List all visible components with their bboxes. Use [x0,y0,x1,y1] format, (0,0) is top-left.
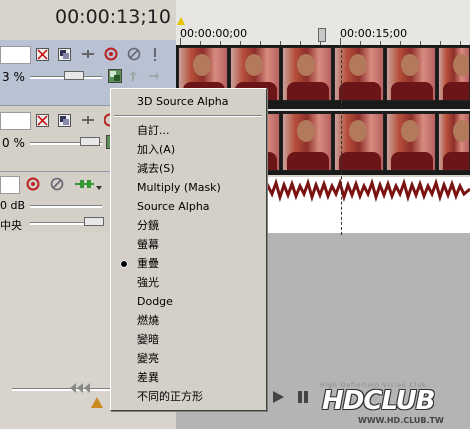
video-thumbnail [438,47,470,101]
video-thumbnail [282,47,332,101]
parent-up-icon[interactable] [128,70,138,82]
audio-solo-icon[interactable] [50,177,64,191]
audio-pan-slider-knob[interactable] [84,217,104,226]
track-1-level-percent: 3 % [2,70,25,84]
pause-button[interactable] [296,390,310,404]
menu-item-overlay[interactable]: 重疊 [111,254,266,273]
menu-item-burn[interactable]: 燃燒 [111,311,266,330]
menu-item-add[interactable]: 加入(A) [111,140,266,159]
lock-icon[interactable] [151,47,159,62]
menu-item-darken[interactable]: 變暗 [111,330,266,349]
track-motion-icon[interactable] [36,48,49,61]
hdclub-watermark: High Definition Vision Club HDCLUB WWW.H… [320,382,465,426]
timecode-display: 00:00:13;10 [55,6,171,28]
audio-pan-label: 中央 [0,219,22,232]
composite-child-icon[interactable] [80,114,96,127]
solo-icon[interactable] [127,47,141,61]
track-1-name-field[interactable] [0,46,31,64]
dropdown-arrow-icon[interactable] [96,181,102,190]
track-1-level-slider-knob[interactable] [64,71,84,80]
watermark-url: WWW.HD.CLUB.TW [358,416,444,425]
track-2-level-percent: 0 % [2,136,25,150]
compositing-mode-icon[interactable] [108,69,122,83]
zoom-arrows-icon[interactable] [68,382,98,394]
video-thumbnail [386,47,436,101]
audio-mute-icon[interactable] [26,177,40,191]
selected-radio-icon [120,260,128,268]
video-thumbnail [438,113,470,171]
menu-item-dodge[interactable]: Dodge [111,292,266,311]
track-2-level-slider-knob[interactable] [80,137,100,146]
menu-item-source-alpha[interactable]: Source Alpha [111,197,266,216]
track-motion-icon[interactable] [36,114,49,127]
menu-item-subtract[interactable]: 減去(S) [111,159,266,178]
watermark-brand: HDCLUB [322,386,435,416]
video-thumbnail [282,113,332,171]
mute-icon[interactable] [104,47,118,61]
timeline-cursor-handle[interactable] [318,28,326,42]
marker-flag-icon[interactable] [177,15,185,25]
menu-item-3d-source-alpha[interactable]: 3D Source Alpha [111,92,266,111]
video-thumbnail [386,113,436,171]
menu-item-cut[interactable]: 分鏡 [111,216,266,235]
menu-item-difference-squared[interactable]: 不同的正方形 [111,387,266,406]
audio-volume-label: 0 dB [0,199,26,212]
composite-child-icon[interactable] [80,48,96,61]
child-right-icon[interactable] [148,70,160,82]
effects-icon[interactable] [58,114,71,127]
menu-item-custom[interactable]: 自訂... [111,121,266,140]
audio-volume-slider[interactable] [30,205,102,208]
ruler-label-mid: 00:00:15;00 [340,27,408,40]
menu-separator [114,115,262,117]
audio-fx-icon[interactable] [74,178,96,190]
menu-item-screen[interactable]: 螢幕 [111,235,266,254]
audio-track-name-field[interactable] [0,176,20,194]
track-2-name-field[interactable] [0,112,31,130]
effects-icon[interactable] [58,48,71,61]
menu-item-difference[interactable]: 差異 [111,368,266,387]
marker-triangle-icon[interactable] [91,397,103,408]
menu-item-lighten[interactable]: 變亮 [111,349,266,368]
play-button[interactable] [271,390,285,404]
compositing-mode-menu: 3D Source Alpha 自訂... 加入(A) 減去(S) Multip… [110,88,267,411]
ruler-label-start: 00:00:00;00 [180,27,248,40]
menu-item-hard-light[interactable]: 強光 [111,273,266,292]
menu-item-overlay-label: 重疊 [137,257,159,270]
menu-item-multiply-mask[interactable]: Multiply (Mask) [111,178,266,197]
playhead-line [341,45,342,235]
